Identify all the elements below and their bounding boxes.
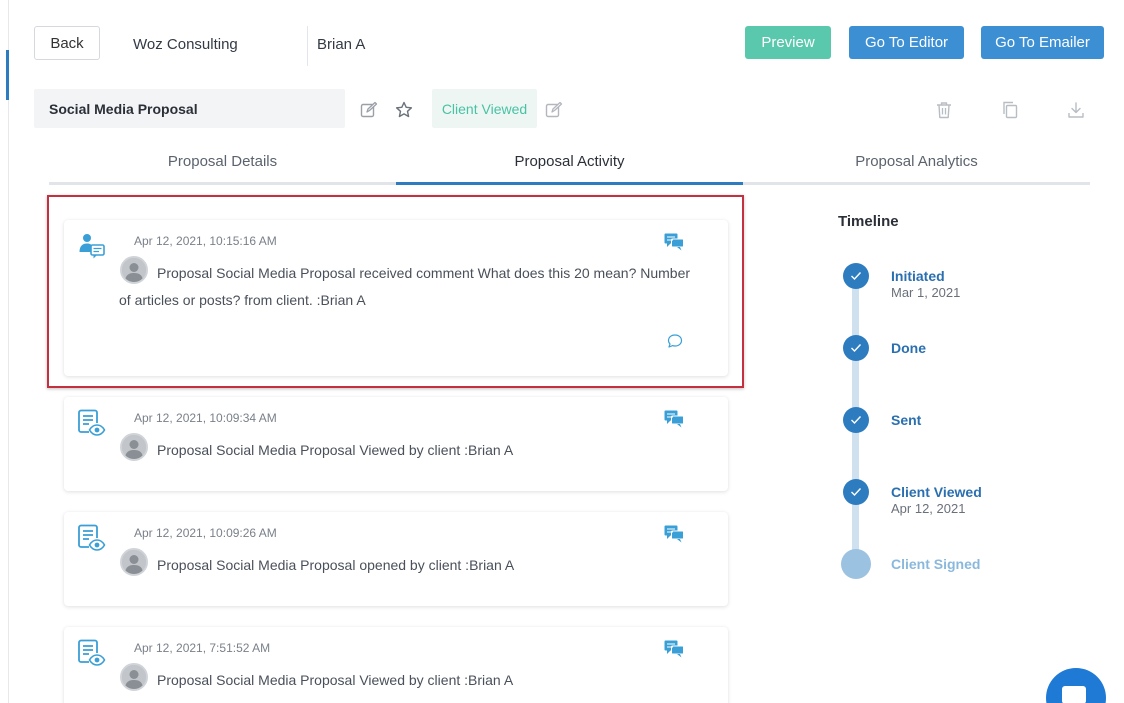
timeline-pending-dot: [841, 549, 871, 579]
timeline-step-label: Client Signed: [891, 556, 981, 572]
star-icon[interactable]: [393, 99, 415, 121]
activity-card: Apr 12, 2021, 10:09:26 AM Proposal Socia…: [64, 512, 728, 606]
activity-message: Proposal Social Media Proposal opened by…: [157, 557, 515, 573]
check-icon: [843, 479, 869, 505]
status-badge-text: Client Viewed: [441, 100, 528, 117]
status-badge: Client Viewed: [432, 89, 537, 128]
go-to-emailer-button[interactable]: Go To Emailer: [981, 26, 1104, 59]
timeline-step-label: Sent: [891, 412, 922, 428]
preview-button[interactable]: Preview: [745, 26, 831, 59]
check-icon: [843, 263, 869, 289]
chat-launcher-button[interactable]: [1046, 668, 1106, 703]
timeline-step-date: Apr 12, 2021: [891, 501, 966, 516]
back-button[interactable]: Back: [34, 26, 100, 60]
document-eye-icon: [78, 639, 106, 667]
check-icon: [843, 407, 869, 433]
proposal-title[interactable]: Social Media Proposal: [34, 89, 345, 128]
activity-timestamp: Apr 12, 2021, 10:09:34 AM: [134, 411, 277, 425]
chat-bubbles-icon[interactable]: [664, 640, 684, 658]
proposal-title-text: Social Media Proposal: [49, 100, 198, 117]
timeline-title: Timeline: [838, 213, 899, 230]
activity-card: Apr 12, 2021, 7:51:52 AM Proposal Social…: [64, 627, 728, 703]
timeline-step-label: Initiated: [891, 268, 945, 284]
timeline-step-label: Client Viewed: [891, 484, 982, 500]
activity-message: Proposal Social Media Proposal Viewed by…: [157, 442, 514, 458]
timeline-step-label: Done: [891, 340, 926, 356]
copy-icon[interactable]: [999, 99, 1021, 121]
activity-card: Apr 12, 2021, 10:09:34 AM Proposal Socia…: [64, 397, 728, 491]
active-tab-indicator: [396, 182, 743, 185]
tab-proposal-details[interactable]: Proposal Details: [49, 145, 396, 185]
chat-launcher-icon: [1062, 686, 1086, 703]
tab-proposal-activity[interactable]: Proposal Activity: [396, 145, 743, 185]
activity-message: Proposal Social Media Proposal Viewed by…: [157, 672, 514, 688]
edit-title-icon[interactable]: [358, 99, 380, 121]
go-to-editor-button[interactable]: Go To Editor: [849, 26, 964, 59]
activity-timestamp: Apr 12, 2021, 10:09:26 AM: [134, 526, 277, 540]
highlight-frame: [47, 195, 744, 388]
client-name: Brian A: [317, 36, 366, 53]
download-icon[interactable]: [1065, 99, 1087, 121]
trash-icon[interactable]: [933, 99, 955, 121]
activity-timestamp: Apr 12, 2021, 7:51:52 AM: [134, 641, 271, 655]
tab-proposal-analytics[interactable]: Proposal Analytics: [743, 145, 1090, 185]
timeline-step-date: Mar 1, 2021: [891, 285, 961, 300]
company-name: Woz Consulting: [133, 36, 238, 53]
left-rail-accent: [6, 50, 9, 100]
header-divider: [307, 26, 308, 66]
chat-bubbles-icon[interactable]: [664, 525, 684, 543]
left-rail: [0, 0, 9, 703]
edit-status-icon[interactable]: [543, 99, 565, 121]
document-eye-icon: [78, 409, 106, 437]
check-icon: [843, 335, 869, 361]
chat-bubbles-icon[interactable]: [664, 410, 684, 428]
proposal-tabs: Proposal Details Proposal Activity Propo…: [49, 145, 1090, 185]
document-eye-icon: [78, 524, 106, 552]
